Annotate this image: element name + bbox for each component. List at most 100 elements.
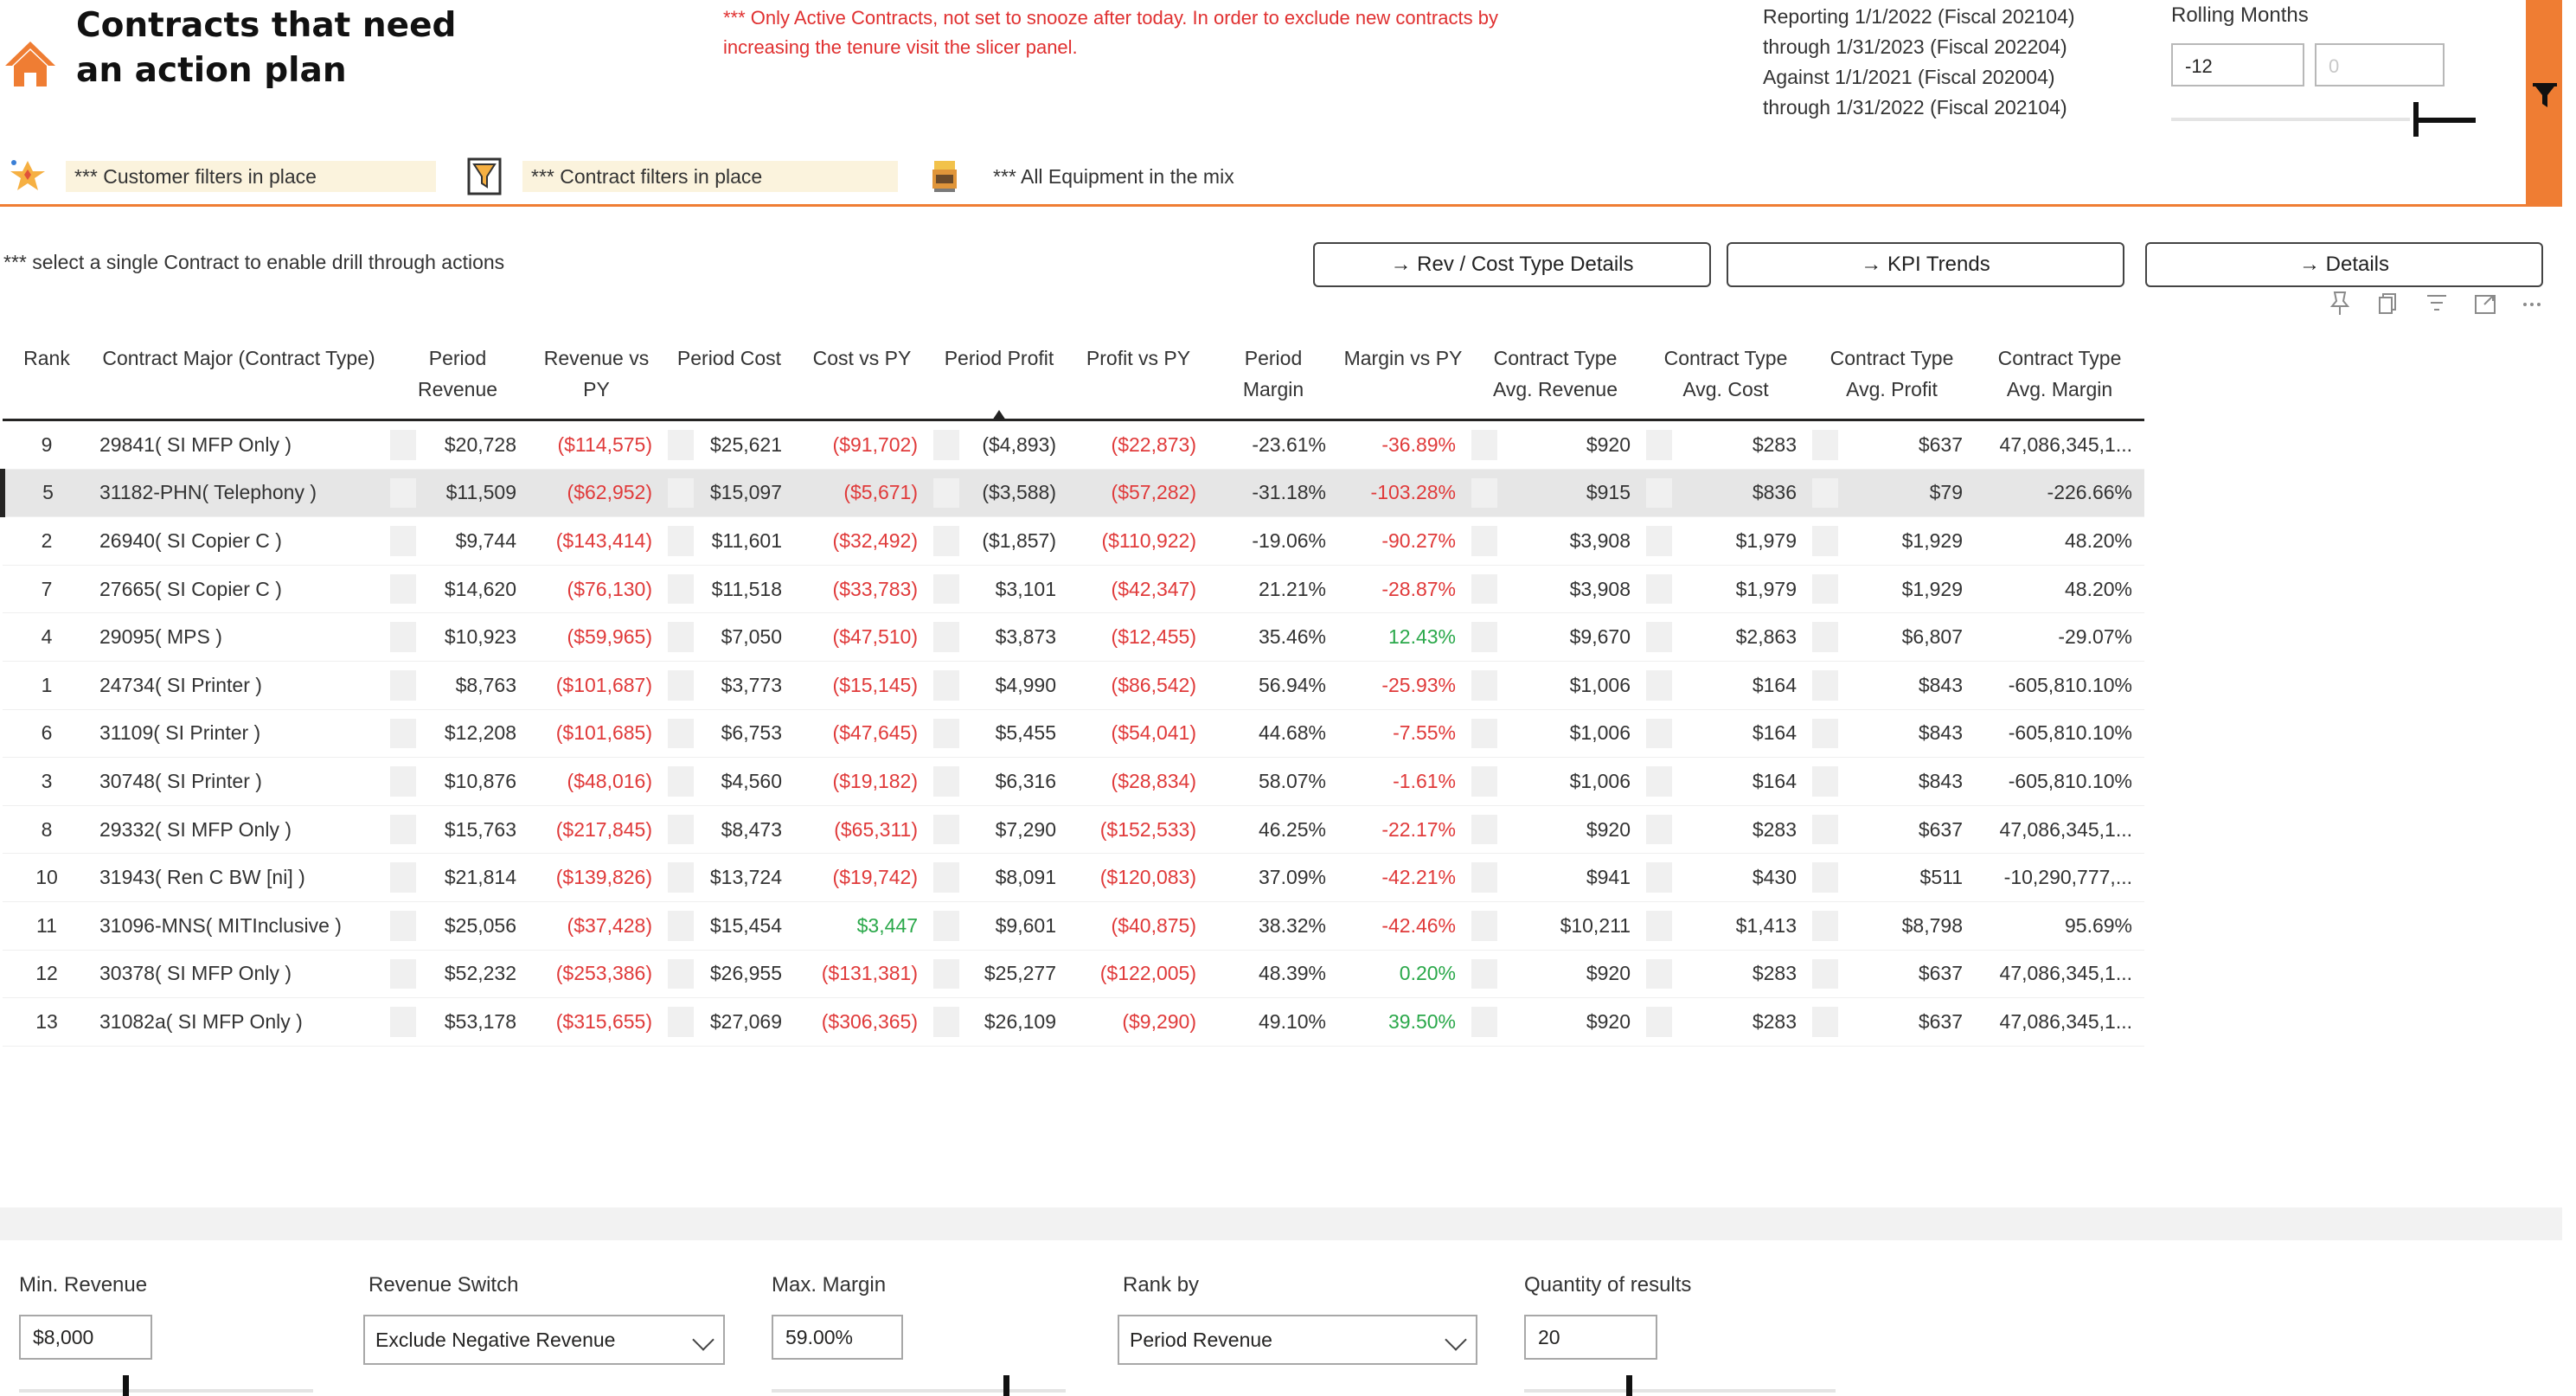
min-revenue-input[interactable]: $8,000 — [19, 1315, 152, 1360]
table-cell[interactable]: $1,413 — [1643, 901, 1809, 951]
customer-filters-chip[interactable]: *** Customer filters in place — [66, 161, 436, 192]
kpi-trends-button[interactable]: → KPI Trends — [1727, 242, 2124, 287]
table-cell[interactable]: 48.20% — [1975, 516, 2144, 566]
table-cell[interactable]: -31.18% — [1208, 469, 1338, 518]
max-margin-input[interactable]: 59.00% — [772, 1315, 903, 1360]
table-cell[interactable]: $10,876 — [387, 757, 529, 806]
table-cell[interactable]: 31109( SI Printer ) — [91, 709, 387, 759]
table-cell[interactable]: $12,208 — [387, 709, 529, 759]
table-cell[interactable]: $52,232 — [387, 950, 529, 999]
table-cell[interactable]: $1,929 — [1809, 516, 1975, 566]
table-cell[interactable]: ($110,922) — [1068, 516, 1208, 566]
table-row[interactable]: 7 27665( SI Copier C ) $14,620 ($76,130) $11… — [3, 565, 2144, 614]
revenue-switch-dropdown[interactable]: Exclude Negative Revenue — [363, 1315, 725, 1365]
table-cell[interactable]: ($5,671) — [794, 469, 930, 518]
table-cell[interactable]: ($120,083) — [1068, 853, 1208, 902]
focus-mode-icon[interactable] — [2472, 289, 2498, 318]
table-cell[interactable]: $11,509 — [387, 469, 529, 518]
table-cell[interactable]: 29841( SI MFP Only ) — [91, 419, 387, 470]
table-cell[interactable]: $637 — [1809, 997, 1975, 1047]
table-cell[interactable]: ($139,826) — [529, 853, 664, 902]
pin-icon[interactable] — [2327, 289, 2353, 318]
table-cell[interactable]: ($19,182) — [794, 757, 930, 806]
table-cell[interactable]: ($59,965) — [529, 612, 664, 662]
column-header[interactable]: Period Profit — [930, 337, 1068, 421]
table-cell[interactable]: 30748( SI Printer ) — [91, 757, 387, 806]
table-cell[interactable]: $1,979 — [1643, 516, 1809, 566]
table-cell[interactable]: 6 — [3, 709, 91, 759]
contract-filters-chip[interactable]: *** Contract filters in place — [522, 161, 898, 192]
table-cell[interactable]: ($15,145) — [794, 661, 930, 710]
table-cell[interactable]: 37.09% — [1208, 853, 1338, 902]
table-cell[interactable]: -25.93% — [1338, 661, 1468, 710]
table-cell[interactable]: -7.55% — [1338, 709, 1468, 759]
table-cell[interactable]: $3,873 — [930, 612, 1068, 662]
table-row[interactable]: 4 29095( MPS ) $10,923 ($59,965) $7,050 ($47,… — [3, 612, 2144, 662]
table-cell[interactable]: $637 — [1809, 950, 1975, 999]
table-cell[interactable]: ($62,952) — [529, 469, 664, 518]
table-cell[interactable]: $920 — [1468, 805, 1643, 855]
table-cell[interactable]: ($40,875) — [1068, 901, 1208, 951]
table-cell[interactable]: 12 — [3, 950, 91, 999]
table-cell[interactable]: $8,091 — [930, 853, 1068, 902]
column-header[interactable]: Period Cost — [664, 337, 794, 421]
table-cell[interactable]: $20,728 — [387, 419, 529, 470]
table-cell[interactable]: ($217,845) — [529, 805, 664, 855]
table-cell[interactable]: $283 — [1643, 997, 1809, 1047]
table-cell[interactable]: $920 — [1468, 419, 1643, 470]
table-cell[interactable]: 39.50% — [1338, 997, 1468, 1047]
table-cell[interactable]: $511 — [1809, 853, 1975, 902]
table-cell[interactable]: $4,990 — [930, 661, 1068, 710]
table-row[interactable]: 11 31096-MNS( MITInclusive ) $25,056 ($37,4… — [3, 901, 2144, 951]
table-cell[interactable]: $10,211 — [1468, 901, 1643, 951]
table-cell[interactable]: $3,908 — [1468, 516, 1643, 566]
table-cell[interactable]: 31096-MNS( MITInclusive ) — [91, 901, 387, 951]
table-cell[interactable]: $21,814 — [387, 853, 529, 902]
column-header[interactable]: Period Revenue — [387, 337, 529, 421]
table-cell[interactable]: $26,955 — [664, 950, 794, 999]
table-cell[interactable]: 49.10% — [1208, 997, 1338, 1047]
max-margin-slider-track[interactable] — [772, 1389, 1066, 1393]
table-row[interactable]: 2 26940( SI Copier C ) $9,744 ($143,414) $11… — [3, 516, 2144, 566]
table-cell[interactable]: $3,773 — [664, 661, 794, 710]
table-cell[interactable]: 31943( Ren C BW [ni] ) — [91, 853, 387, 902]
table-cell[interactable]: 8 — [3, 805, 91, 855]
table-cell[interactable]: $920 — [1468, 997, 1643, 1047]
filter-icon[interactable] — [2424, 289, 2450, 318]
table-cell[interactable]: 58.07% — [1208, 757, 1338, 806]
table-row[interactable]: 9 29841( SI MFP Only ) $20,728 ($114,575) $2… — [3, 419, 2144, 470]
table-row[interactable]: 12 30378( SI MFP Only ) $52,232 ($253,386) $… — [3, 950, 2144, 999]
table-cell[interactable]: 27665( SI Copier C ) — [91, 565, 387, 614]
column-header[interactable]: Period Margin — [1208, 337, 1338, 421]
table-cell[interactable]: 29095( MPS ) — [91, 612, 387, 662]
table-cell[interactable]: -605,810.10% — [1975, 709, 2144, 759]
table-cell[interactable]: 12.43% — [1338, 612, 1468, 662]
table-cell[interactable]: ($122,005) — [1068, 950, 1208, 999]
table-cell[interactable]: ($306,365) — [794, 997, 930, 1047]
table-cell[interactable]: ($19,742) — [794, 853, 930, 902]
table-cell[interactable]: $941 — [1468, 853, 1643, 902]
table-cell[interactable]: $5,455 — [930, 709, 1068, 759]
table-cell[interactable]: 56.94% — [1208, 661, 1338, 710]
table-cell[interactable]: $4,560 — [664, 757, 794, 806]
table-cell[interactable]: 47,086,345,1... — [1975, 950, 2144, 999]
table-cell[interactable]: ($28,834) — [1068, 757, 1208, 806]
table-cell[interactable]: ($22,873) — [1068, 419, 1208, 470]
table-row[interactable]: 8 29332( SI MFP Only ) $15,763 ($217,845) $8… — [3, 805, 2144, 855]
table-cell[interactable]: $843 — [1809, 709, 1975, 759]
table-cell[interactable]: $14,620 — [387, 565, 529, 614]
table-cell[interactable]: $10,923 — [387, 612, 529, 662]
table-cell[interactable]: $8,798 — [1809, 901, 1975, 951]
table-cell[interactable]: ($47,510) — [794, 612, 930, 662]
table-cell[interactable]: 10 — [3, 853, 91, 902]
table-cell[interactable]: ($54,041) — [1068, 709, 1208, 759]
table-cell[interactable]: $6,753 — [664, 709, 794, 759]
table-cell[interactable]: -28.87% — [1338, 565, 1468, 614]
table-cell[interactable]: ($37,428) — [529, 901, 664, 951]
table-cell[interactable]: $25,056 — [387, 901, 529, 951]
table-cell[interactable]: $843 — [1809, 661, 1975, 710]
table-cell[interactable]: ($32,492) — [794, 516, 930, 566]
column-header[interactable]: Margin vs PY — [1338, 337, 1468, 421]
table-cell[interactable]: 44.68% — [1208, 709, 1338, 759]
table-cell[interactable]: -36.89% — [1338, 419, 1468, 470]
